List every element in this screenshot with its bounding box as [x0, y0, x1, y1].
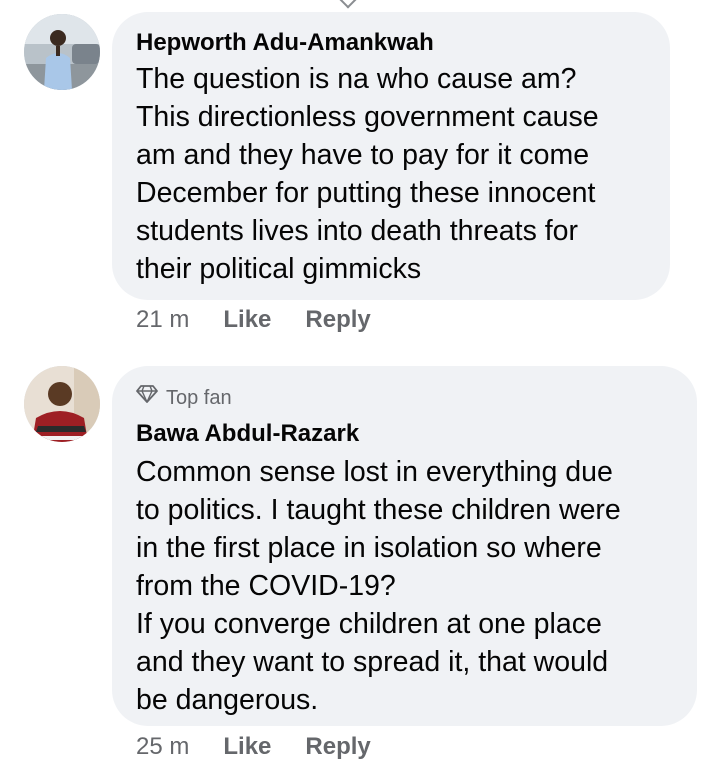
comment-timestamp[interactable]: 21 m: [136, 306, 189, 334]
comment-author[interactable]: Bawa Abdul-Razark: [136, 419, 677, 449]
like-button[interactable]: Like: [223, 733, 271, 761]
comment-actions: 25 m Like Reply: [136, 733, 405, 761]
top-fan-badge: Top fan: [136, 384, 677, 411]
comment-line: This directionless government cause: [136, 101, 599, 133]
comment-bubble: Top fan Bawa Abdul-Razark Common sense l…: [112, 366, 697, 726]
like-button[interactable]: Like: [223, 306, 271, 334]
comment-line: from the COVID-19?: [136, 570, 396, 602]
diamond-icon: [136, 384, 158, 411]
comment-line: and they want to spread it, that would: [136, 646, 609, 678]
avatar-photo-icon: [24, 366, 100, 442]
reply-button[interactable]: Reply: [305, 306, 370, 334]
badge-label: Top fan: [166, 386, 232, 409]
comment-text: Common sense lost in everything due to p…: [136, 453, 677, 719]
avatar[interactable]: [24, 14, 100, 90]
comment-timestamp[interactable]: 25 m: [136, 733, 189, 761]
comment-text: The question is na who cause am? This di…: [136, 60, 650, 288]
avatar[interactable]: [24, 366, 100, 442]
avatar-photo-icon: [24, 14, 100, 90]
comment-line: their political gimmicks: [136, 253, 422, 285]
comment-line: Common sense lost in everything due: [136, 456, 613, 488]
comment-line: to politics. I taught these children wer…: [136, 494, 621, 526]
comment-line: in the first place in isolation so where: [136, 532, 602, 564]
comment-author[interactable]: Hepworth Adu-Amankwah: [136, 28, 650, 58]
comment-actions: 21 m Like Reply: [136, 306, 405, 334]
reply-button[interactable]: Reply: [305, 733, 370, 761]
comment-line: If you converge children at one place: [136, 608, 602, 640]
comment-bubble: Hepworth Adu-Amankwah The question is na…: [112, 12, 670, 300]
comment-line: am and they have to pay for it come: [136, 139, 590, 171]
comment-line: The question is na who cause am?: [136, 63, 577, 95]
comment-line: be dangerous.: [136, 684, 319, 716]
comment-line: December for putting these innocent: [136, 177, 596, 209]
comment-line: students lives into death threats for: [136, 215, 579, 247]
collapse-chevron-icon: [339, 0, 357, 9]
